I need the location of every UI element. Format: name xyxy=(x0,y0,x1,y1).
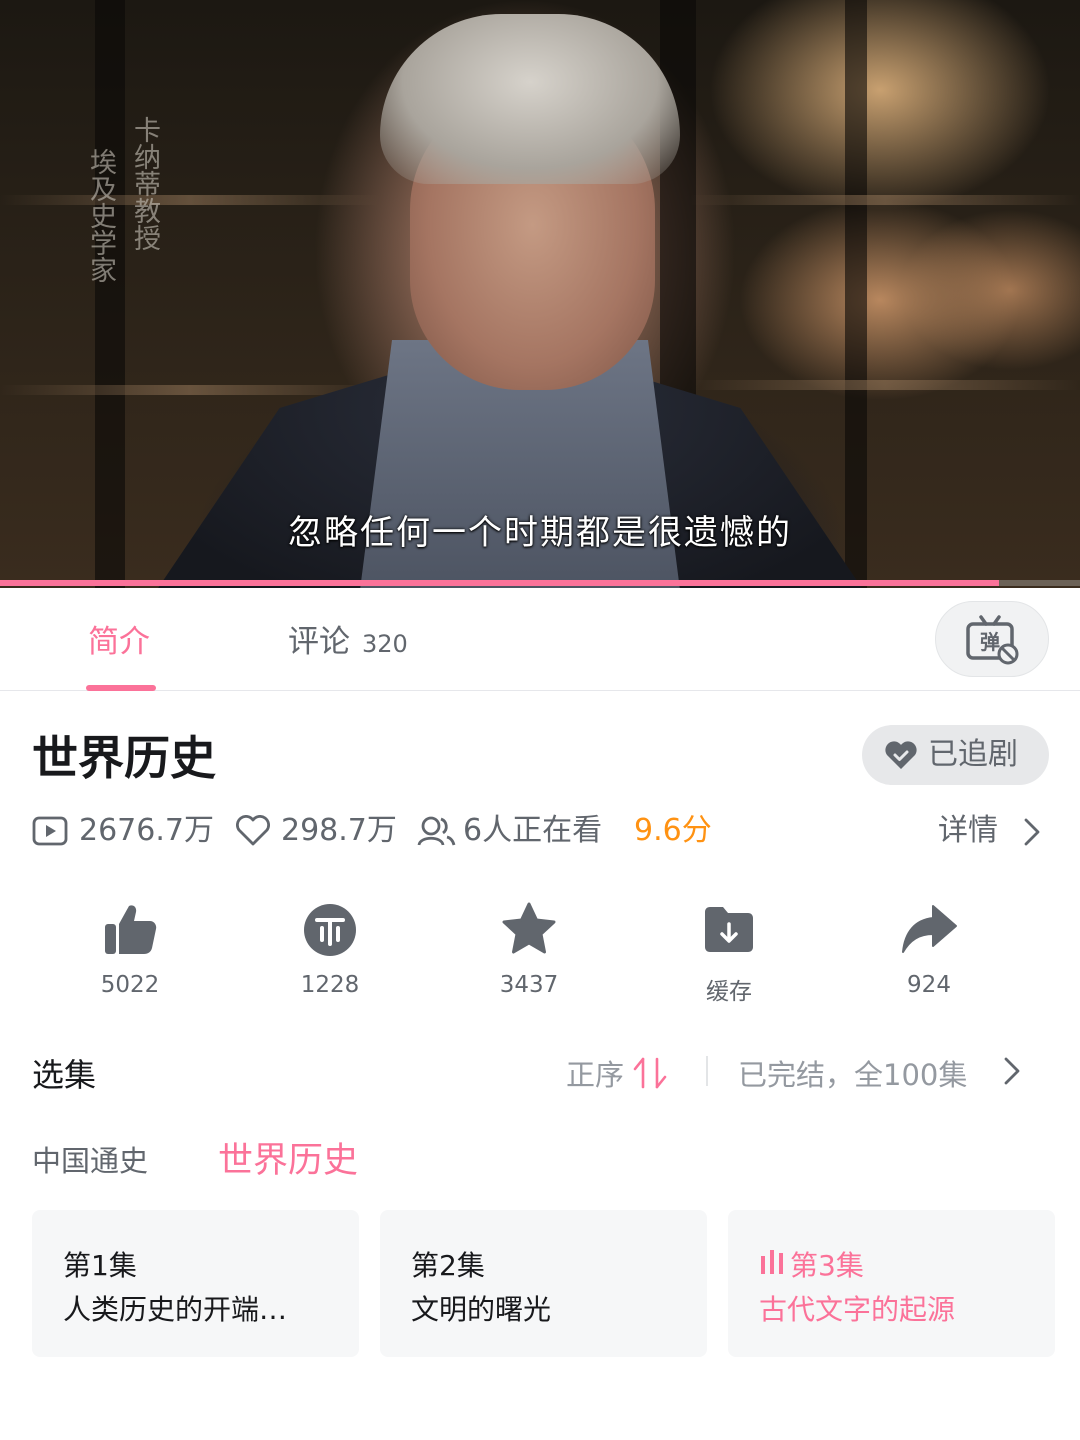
show-title: 世界历史 xyxy=(32,731,216,785)
cache-label: 缓存 xyxy=(706,979,752,1005)
background-shelf xyxy=(0,385,380,395)
follow-label: 已追剧 xyxy=(928,737,1018,772)
all-episodes-link[interactable]: 已完结，全100集 xyxy=(738,1052,1020,1094)
like-count-label: 5022 xyxy=(100,972,160,998)
episode-number: 第1集 xyxy=(63,1249,137,1282)
overlay-caption-name: 卡纳蒂教授 xyxy=(129,116,160,251)
person-hair xyxy=(380,14,680,184)
share-count-label: 924 xyxy=(907,972,951,998)
tab-bar: 简介 评论 320 弹 xyxy=(0,588,1080,691)
like-button[interactable]: 5022 xyxy=(60,900,200,1010)
episode-number: 第2集 xyxy=(411,1249,485,1282)
follow-button[interactable]: 已追剧 xyxy=(862,725,1049,785)
comments-count: 320 xyxy=(362,630,408,658)
active-tab-indicator xyxy=(86,685,156,691)
episode-title: 古代文字的起源 xyxy=(759,1293,956,1326)
video-subtitle: 忽略任何一个时期都是很遗憾的 xyxy=(288,513,792,553)
coin-button[interactable]: 1228 xyxy=(260,900,400,1010)
heart-check-icon xyxy=(885,741,917,769)
danmaku-toggle-button[interactable]: 弹 xyxy=(935,601,1049,677)
background-pillar xyxy=(845,0,867,588)
background-pillar xyxy=(95,0,125,588)
video-player[interactable]: 卡纳蒂教授 埃及史学家 忽略任何一个时期都是很遗憾的 xyxy=(0,0,1080,588)
tab-comments-label: 评论 xyxy=(288,624,350,660)
episode-title: 文明的曙光 xyxy=(411,1293,552,1326)
tab-intro-label: 简介 xyxy=(88,624,150,660)
progress-fill xyxy=(0,580,999,586)
cache-button[interactable]: 缓存 xyxy=(659,900,799,1010)
details-label: 详情 xyxy=(938,813,998,848)
background-shelf xyxy=(690,380,1080,390)
episode-card[interactable]: 第1集 人类历史的开端… xyxy=(32,1210,359,1357)
episodes-section-title: 选集 xyxy=(32,1056,97,1094)
episode-card[interactable]: 第2集 文明的曙光 xyxy=(380,1210,707,1357)
danmaku-off-icon: 弹 xyxy=(966,615,1019,665)
favorite-button[interactable]: 3437 xyxy=(459,900,599,1010)
coin-icon xyxy=(304,904,356,956)
chevron-right-icon xyxy=(1024,818,1040,846)
header-divider xyxy=(706,1056,708,1086)
season-tab-china[interactable]: 中国通史 xyxy=(32,1138,148,1180)
share-icon xyxy=(902,905,957,953)
progress-bar[interactable] xyxy=(0,580,1080,586)
chevron-right-icon xyxy=(1004,1057,1020,1085)
star-icon xyxy=(502,902,556,954)
tab-intro[interactable]: 简介 xyxy=(88,616,150,661)
episode-card-playing[interactable]: 第3集 古代文字的起源 xyxy=(728,1210,1055,1357)
svg-text:弹: 弹 xyxy=(980,630,1000,654)
rating-score: 9.6分 xyxy=(634,813,712,848)
favorite-count-label: 3437 xyxy=(499,972,559,998)
play-count-icon xyxy=(32,816,68,846)
now-playing-icon xyxy=(761,1250,783,1274)
sort-order-toggle[interactable]: 正序 xyxy=(566,1052,667,1094)
coin-count-label: 1228 xyxy=(300,972,360,998)
series-status-label: 已完结，全100集 xyxy=(738,1058,968,1092)
details-link[interactable]: 详情 xyxy=(938,808,1040,854)
background-shelf xyxy=(0,195,380,205)
share-button[interactable]: 924 xyxy=(859,900,999,1010)
download-folder-icon xyxy=(705,907,753,952)
sort-order-icon xyxy=(633,1057,667,1089)
heart-outline-icon xyxy=(236,815,270,846)
episode-number: 第3集 xyxy=(790,1249,864,1282)
overlay-caption-role: 埃及史学家 xyxy=(85,148,116,283)
viewers-icon xyxy=(417,816,456,846)
episode-title: 人类历史的开端… xyxy=(63,1293,288,1326)
tab-comments[interactable]: 评论 320 xyxy=(288,616,408,661)
thumbs-up-icon xyxy=(105,905,157,954)
sort-order-label: 正序 xyxy=(566,1058,625,1092)
background-shelf xyxy=(690,195,1080,205)
season-tab-world[interactable]: 世界历史 xyxy=(218,1132,358,1183)
